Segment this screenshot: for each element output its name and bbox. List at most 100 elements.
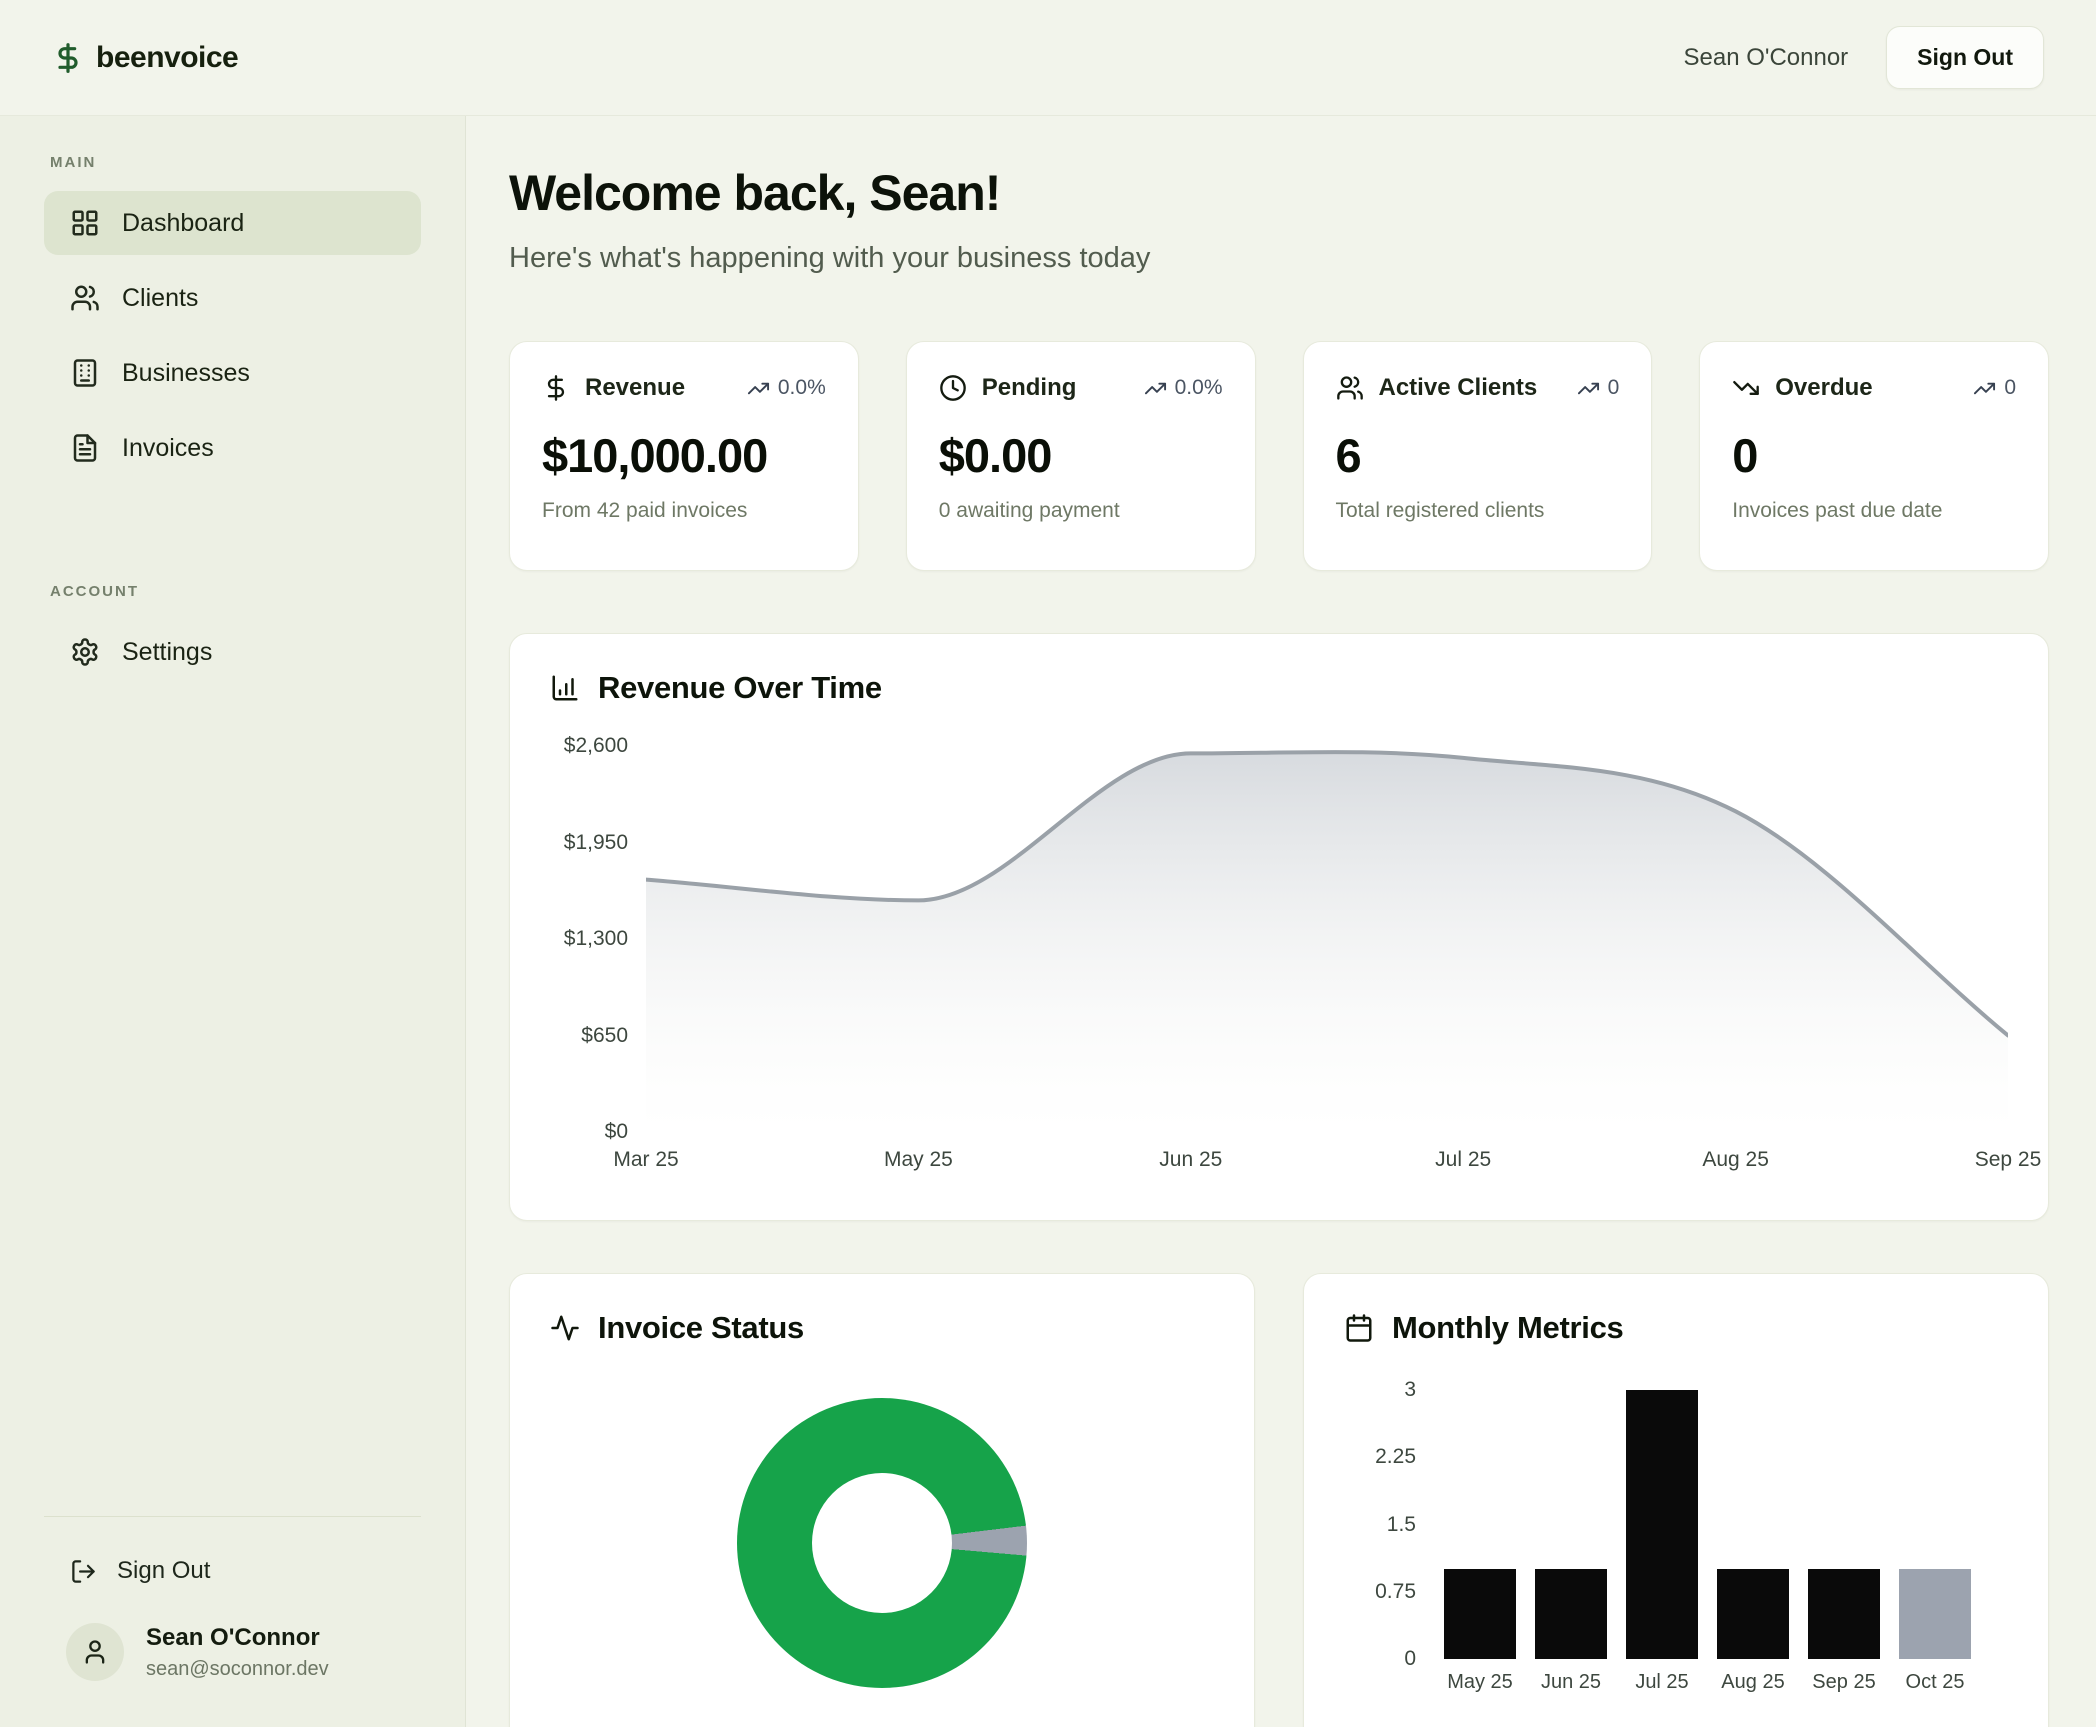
sidebar-user-name: Sean O'Connor: [146, 1624, 329, 1652]
stat-value: $0.00: [939, 428, 1223, 483]
revenue-chart-title: Revenue Over Time: [598, 670, 882, 706]
revenue-x-axis: Mar 25 May 25 Jun 25 Jul 25 Aug 25 Sep 2…: [646, 1148, 2008, 1178]
sidebar-sign-out[interactable]: Sign Out: [44, 1543, 421, 1599]
sidebar: MAIN Dashboard Clients Businesses Invoic…: [0, 116, 466, 1727]
y-tick: $2,600: [564, 734, 628, 758]
clock-icon: [939, 374, 967, 402]
log-out-icon: [70, 1558, 97, 1585]
sign-out-button[interactable]: Sign Out: [1886, 26, 2044, 89]
bar-column: Jun 25: [1535, 1390, 1607, 1697]
y-tick: $1,950: [564, 831, 628, 855]
bar-column: May 25: [1444, 1390, 1516, 1697]
brand-logo[interactable]: beenvoice: [52, 41, 238, 75]
bar-label: Jul 25: [1626, 1671, 1698, 1697]
stat-caption: Total registered clients: [1336, 499, 1620, 523]
stat-caption: From 42 paid invoices: [542, 499, 826, 523]
bar-column: Oct 25: [1899, 1390, 1971, 1697]
stat-value: 0: [1732, 428, 2016, 483]
stat-value: $10,000.00: [542, 428, 826, 483]
y-tick: 0.75: [1375, 1580, 1416, 1604]
x-tick: Jun 25: [1159, 1148, 1222, 1172]
bar-label: Oct 25: [1899, 1671, 1971, 1697]
brand-name-bold: been: [96, 41, 164, 74]
stat-trend: 0.0%: [1144, 376, 1223, 400]
x-tick: Sep 25: [1975, 1148, 2042, 1172]
x-tick: Jul 25: [1435, 1148, 1491, 1172]
y-tick: 2.25: [1375, 1445, 1416, 1469]
bar: [1899, 1569, 1971, 1659]
top-bar-right: Sean O'Connor Sign Out: [1683, 26, 2044, 89]
sidebar-section-main-label: MAIN: [50, 154, 421, 171]
sidebar-item-label: Invoices: [122, 434, 214, 463]
sidebar-item-settings[interactable]: Settings: [44, 620, 421, 684]
stat-trend: 0.0%: [747, 376, 826, 400]
sidebar-item-label: Dashboard: [122, 209, 244, 238]
stat-card-revenue: Revenue 0.0% $10,000.00 From 42 paid inv…: [509, 341, 859, 571]
sidebar-item-businesses[interactable]: Businesses: [44, 341, 421, 405]
gear-icon: [70, 637, 100, 667]
user-icon: [81, 1638, 109, 1666]
stat-value: 6: [1336, 428, 1620, 483]
trending-up-icon: [747, 377, 770, 400]
avatar: [66, 1623, 124, 1681]
bar-column: Sep 25: [1808, 1390, 1880, 1697]
x-tick: Aug 25: [1702, 1148, 1769, 1172]
x-tick: May 25: [884, 1148, 953, 1172]
stat-trend-value: 0: [2004, 376, 2016, 400]
sidebar-divider: [44, 1516, 421, 1517]
layout: MAIN Dashboard Clients Businesses Invoic…: [0, 116, 2096, 1727]
stat-label: Pending: [982, 374, 1077, 402]
stat-card-pending: Pending 0.0% $0.00 0 awaiting payment: [906, 341, 1256, 571]
sidebar-user: Sean O'Connor sean@soconnor.dev: [44, 1623, 421, 1681]
sidebar-item-label: Clients: [122, 284, 198, 313]
sidebar-user-email: sean@soconnor.dev: [146, 1658, 329, 1681]
header-user-name: Sean O'Connor: [1683, 44, 1848, 72]
users-icon: [1336, 374, 1364, 402]
stat-caption: 0 awaiting payment: [939, 499, 1223, 523]
y-tick: 1.5: [1387, 1513, 1416, 1537]
sidebar-item-label: Businesses: [122, 359, 250, 388]
stat-card-overdue: Overdue 0 0 Invoices past due date: [1699, 341, 2049, 571]
bar-label: Sep 25: [1808, 1671, 1880, 1697]
bar: [1626, 1390, 1698, 1659]
invoice-status-title: Invoice Status: [598, 1310, 804, 1346]
trending-up-icon: [1577, 377, 1600, 400]
bar-label: Jun 25: [1535, 1671, 1607, 1697]
invoice-status-donut-chart: [737, 1398, 1027, 1688]
invoice-status-card: Invoice Status: [509, 1273, 1255, 1727]
y-tick: 0: [1404, 1647, 1416, 1671]
brand-name: beenvoice: [96, 41, 238, 75]
x-tick: Mar 25: [613, 1148, 678, 1172]
page-subtitle: Here's what's happening with your busine…: [509, 242, 2049, 275]
y-tick: $0: [605, 1120, 628, 1144]
app: beenvoice Sean O'Connor Sign Out MAIN Da…: [0, 0, 2096, 1727]
sidebar-footer: Sign Out Sean O'Connor sean@soconnor.dev: [44, 1516, 421, 1681]
revenue-over-time-card: Revenue Over Time $2,600 $1,950 $1,300 $…: [509, 633, 2049, 1221]
stat-label: Revenue: [585, 374, 685, 402]
stat-trend-value: 0: [1608, 376, 1620, 400]
bar: [1444, 1569, 1516, 1659]
dollar-sign-icon: [52, 42, 84, 74]
sidebar-user-info: Sean O'Connor sean@soconnor.dev: [146, 1624, 329, 1681]
revenue-y-axis: $2,600 $1,950 $1,300 $650 $0: [550, 746, 646, 1132]
bar: [1808, 1569, 1880, 1659]
bar: [1535, 1569, 1607, 1659]
stat-trend-value: 0.0%: [1175, 376, 1223, 400]
stat-trend: 0: [1577, 376, 1620, 400]
monthly-bars: May 25Jun 25Jul 25Aug 25Sep 25Oct 25: [1444, 1390, 1971, 1697]
main-content: Welcome back, Sean! Here's what's happen…: [466, 116, 2096, 1727]
revenue-area-chart: [646, 746, 2008, 1132]
bar-column: Jul 25: [1626, 1390, 1698, 1697]
file-text-icon: [70, 433, 100, 463]
sidebar-item-invoices[interactable]: Invoices: [44, 416, 421, 480]
monthly-metrics-card: Monthly Metrics 3 2.25 1.5 0.75 0 May 25…: [1303, 1273, 2049, 1727]
sidebar-item-clients[interactable]: Clients: [44, 266, 421, 330]
sidebar-item-dashboard[interactable]: Dashboard: [44, 191, 421, 255]
stat-card-active-clients: Active Clients 0 6 Total registered clie…: [1303, 341, 1653, 571]
stat-label: Active Clients: [1379, 374, 1538, 402]
bar-chart-icon: [550, 673, 580, 703]
dollar-sign-icon: [542, 374, 570, 402]
users-icon: [70, 283, 100, 313]
top-bar: beenvoice Sean O'Connor Sign Out: [0, 0, 2096, 116]
dashboard-grid-icon: [70, 208, 100, 238]
